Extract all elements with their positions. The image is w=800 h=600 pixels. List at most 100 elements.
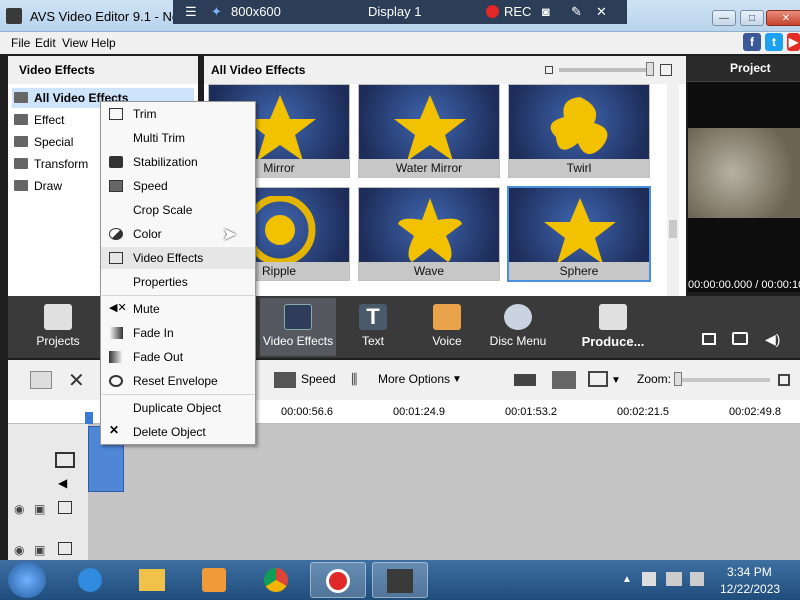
tray-flag-icon[interactable] [642, 572, 656, 586]
menu-item-delete-object[interactable]: ✕ Delete Object [101, 421, 255, 443]
star-icon [544, 198, 616, 264]
record-icon[interactable] [486, 5, 499, 18]
menu-item-speed[interactable]: Speed [101, 175, 255, 197]
fit-icon[interactable] [778, 374, 790, 386]
eye-icon[interactable]: ◉ [14, 502, 24, 516]
tick-label: 00:02:49.8 [729, 406, 781, 418]
storyboard-icon[interactable] [30, 371, 52, 389]
tick-label: 00:00:56.6 [281, 406, 333, 418]
display-label[interactable]: Display 1 [368, 4, 421, 19]
menu-item-fade-in[interactable]: Fade In [101, 322, 255, 344]
effect-track-icon [58, 501, 72, 514]
speed-button[interactable]: Speed [301, 372, 336, 386]
effect-thumb-wave[interactable]: Wave [358, 187, 500, 281]
clock-time[interactable]: 3:34 PM [727, 565, 772, 579]
tree-item-label: Special [34, 135, 74, 149]
menu-item-reset-envelope[interactable]: Reset Envelope [101, 370, 255, 392]
menu-icon[interactable]: ☰ [185, 4, 197, 20]
tray-volume-icon[interactable] [690, 572, 704, 586]
menu-item-fade-out[interactable]: Fade Out [101, 346, 255, 368]
playhead-marker[interactable] [85, 412, 93, 424]
zoom-slider[interactable] [676, 378, 770, 382]
volume-icon[interactable]: ◀) [765, 331, 780, 348]
taskbar-ie[interactable] [62, 562, 118, 598]
facebook-icon[interactable]: f [743, 33, 761, 51]
menu-item-mute[interactable]: ◀✕ Mute [101, 298, 255, 320]
speaker-icon[interactable]: ◀ [58, 476, 67, 490]
video-effects-button[interactable]: Video Effects [260, 298, 336, 356]
menu-help[interactable]: Help [91, 36, 116, 50]
tray-network-icon[interactable] [666, 572, 682, 586]
menu-edit[interactable]: Edit [35, 36, 56, 50]
gallery-scrollbar[interactable] [667, 84, 679, 296]
display-icon[interactable] [588, 371, 608, 387]
produce-button[interactable]: Produce... [578, 298, 648, 356]
menu-separator [102, 394, 254, 395]
taskbar-recorder[interactable] [310, 562, 366, 598]
audio-icon[interactable] [552, 371, 576, 389]
projects-button[interactable]: Projects [26, 298, 90, 356]
lock-icon[interactable]: ▣ [34, 502, 45, 516]
menu-item-properties[interactable]: Properties [101, 271, 255, 293]
large-thumbs-icon[interactable] [660, 64, 672, 76]
disc-menu-button[interactable]: Disc Menu [488, 298, 548, 356]
close-icon[interactable]: ✕ [596, 4, 607, 20]
pin-icon[interactable]: ✦ [211, 4, 222, 20]
taskbar-explorer[interactable] [124, 562, 180, 598]
start-button[interactable] [8, 562, 46, 598]
menu-item-multi-trim[interactable]: Multi Trim [101, 127, 255, 149]
star-icon [109, 252, 123, 264]
effect-thumb-water-mirror[interactable]: Water Mirror [358, 84, 500, 178]
camera-icon[interactable]: ◙ [542, 4, 550, 19]
delete-icon[interactable]: ✕ [68, 368, 85, 393]
split-icon[interactable] [514, 374, 536, 386]
maximize-button[interactable]: □ [740, 10, 764, 26]
small-thumbs-icon[interactable] [545, 66, 553, 74]
menu-item-label: Multi Trim [133, 131, 185, 145]
fade-in-icon [109, 327, 123, 339]
projects-label: Projects [36, 334, 80, 348]
fullscreen-icon[interactable] [702, 333, 716, 345]
clock-date[interactable]: 12/22/2023 [720, 582, 780, 596]
minimize-button[interactable]: — [712, 10, 736, 26]
resolution-label[interactable]: 800x600 [231, 4, 281, 19]
chevron-down-icon[interactable]: ▼ [611, 375, 621, 386]
center-pane-title: All Video Effects [211, 63, 306, 77]
scrollbar-thumb[interactable] [669, 220, 677, 238]
menu-item-video-effects[interactable]: Video Effects [101, 247, 255, 269]
slider-handle[interactable] [646, 62, 654, 76]
menu-item-trim[interactable]: Trim [101, 103, 255, 125]
thumbnail-size-slider[interactable] [559, 68, 653, 72]
menu-item-crop-scale[interactable]: Crop Scale [101, 199, 255, 221]
taskbar-avs[interactable] [372, 562, 428, 598]
effect-thumb-sphere[interactable]: Sphere [507, 186, 651, 282]
rec-label[interactable]: REC [504, 4, 531, 19]
effect-thumb-twirl[interactable]: Twirl [508, 84, 650, 178]
taskbar-chrome[interactable] [248, 562, 304, 598]
tray-expand-icon[interactable]: ▲ [622, 574, 632, 585]
text-button[interactable]: T Text [345, 298, 401, 356]
menu-view[interactable]: View [62, 36, 88, 50]
menu-item-label: Trim [133, 107, 157, 121]
folder-icon [14, 136, 28, 147]
zoom-handle[interactable] [674, 372, 682, 386]
snapshot-icon[interactable] [732, 332, 748, 345]
chevron-down-icon[interactable]: ▼ [452, 374, 462, 385]
disc-icon [504, 304, 532, 330]
eye-icon[interactable]: ◉ [14, 543, 24, 557]
twitter-icon[interactable]: t [765, 33, 783, 51]
star-icon [394, 95, 466, 161]
more-options-button[interactable]: More Options [378, 372, 450, 386]
menu-item-duplicate-object[interactable]: Duplicate Object [101, 397, 255, 419]
voice-button[interactable]: Voice [420, 298, 474, 356]
menu-item-stabilization[interactable]: Stabilization [101, 151, 255, 173]
speed-icon[interactable] [274, 372, 296, 388]
pencil-icon[interactable]: ✎ [571, 4, 582, 20]
lock-icon[interactable]: ▣ [34, 543, 45, 557]
close-button[interactable]: ✕ [766, 10, 800, 26]
menu-file[interactable]: File [11, 36, 30, 50]
taskbar-media[interactable] [186, 562, 242, 598]
youtube-icon[interactable]: ▶ [787, 33, 800, 51]
film-icon [387, 569, 413, 593]
sliders-icon[interactable]: ⫼ [351, 371, 357, 388]
